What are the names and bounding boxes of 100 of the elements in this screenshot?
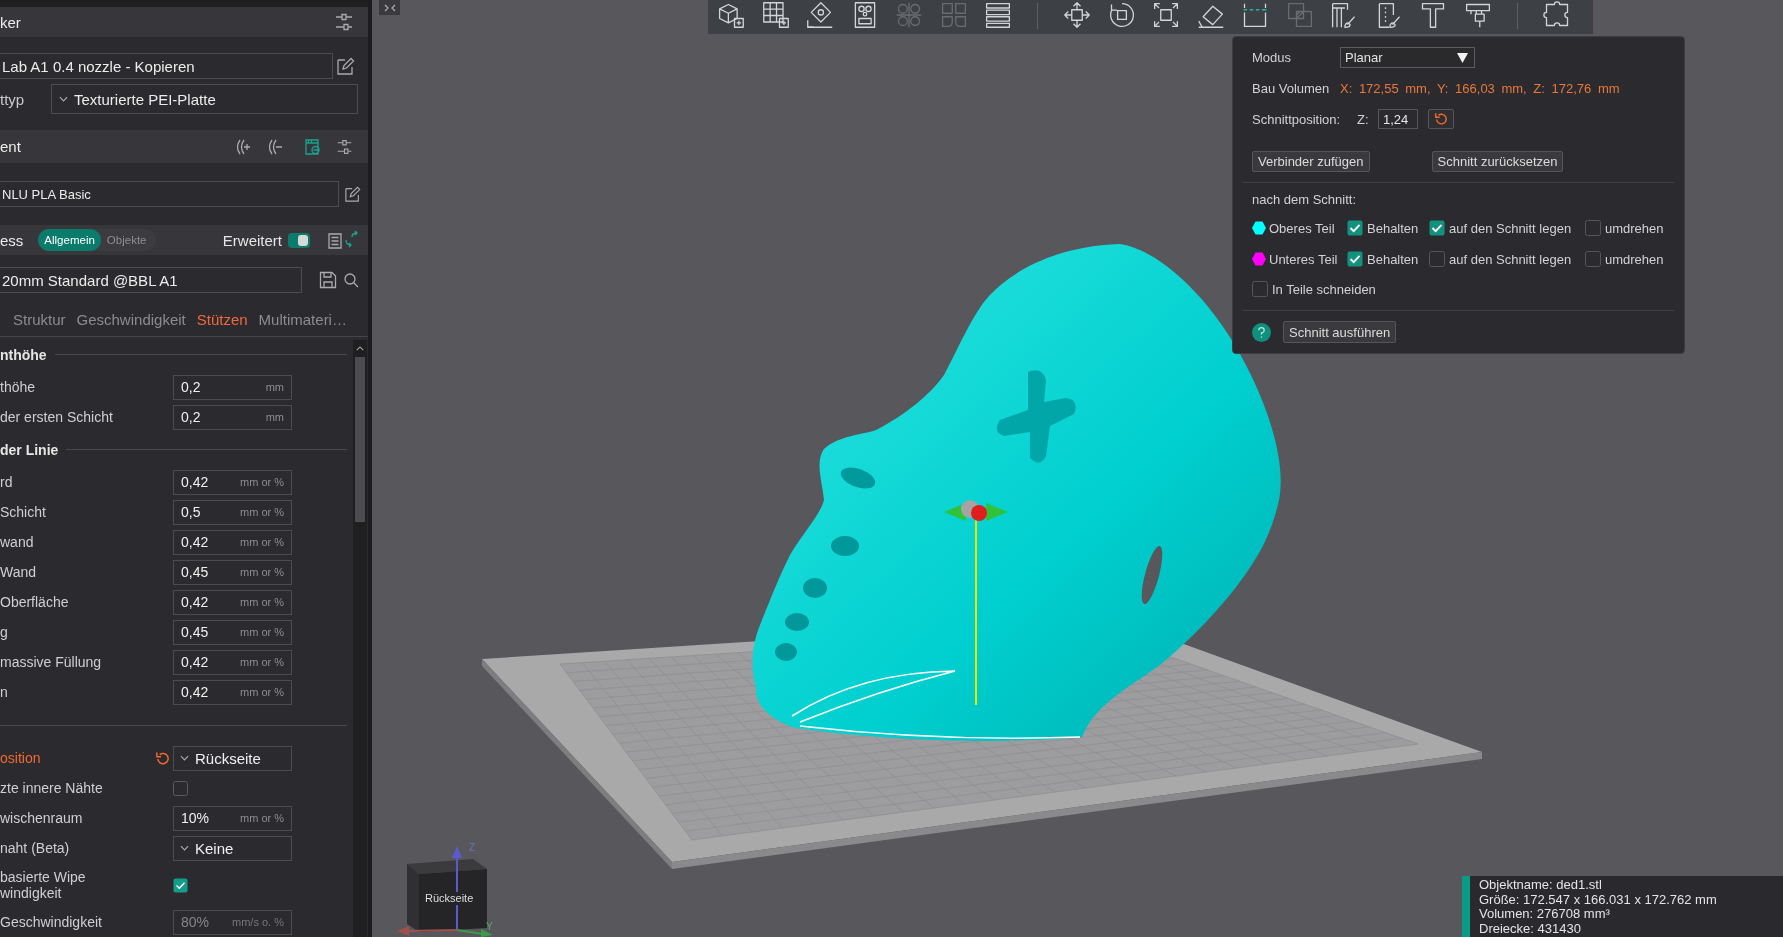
sliders-icon[interactable]: [334, 12, 354, 32]
stacked-bars-icon[interactable]: [983, 1, 1013, 29]
setting-label: wand: [0, 533, 35, 552]
option-label: In Teile schneiden: [1272, 281, 1376, 297]
checkbox[interactable]: [1585, 220, 1601, 236]
number-field[interactable]: 0,2 mm: [173, 374, 292, 400]
scale-icon[interactable]: [1151, 1, 1181, 29]
setting-label: basierte Wipe windigkeit: [0, 868, 87, 903]
tab[interactable]: Geschwindigkeit: [71, 305, 191, 336]
reset-icon[interactable]: [155, 750, 170, 766]
option-label: umdrehen: [1605, 220, 1664, 236]
number-field[interactable]: 0,42 mm or %: [173, 469, 292, 495]
reset-icon: [1434, 112, 1448, 126]
tab[interactable]: Stützen: [191, 305, 253, 336]
move-arrows-icon[interactable]: [1062, 1, 1092, 29]
checkbox[interactable]: [1347, 220, 1363, 236]
group-title: der Linie: [0, 441, 59, 458]
chevron-up-icon[interactable]: [356, 346, 364, 351]
checkbox[interactable]: [173, 877, 188, 893]
setting-label: g: [0, 623, 9, 642]
scrollbar-thumb[interactable]: [355, 357, 365, 522]
setting-label: der ersten Schicht: [0, 408, 114, 427]
mode-dropdown[interactable]: Planar: [1340, 47, 1475, 68]
group-title: nthöhe: [0, 346, 47, 363]
setting-label: massive Füllung: [0, 653, 103, 672]
number-field[interactable]: 0,45 mm or %: [173, 619, 292, 645]
help-icon[interactable]: [1252, 322, 1271, 342]
setting-label: wischenraum: [0, 809, 84, 828]
section-title: ess: [0, 231, 24, 249]
checkbox[interactable]: [1429, 251, 1445, 267]
toggle-switch[interactable]: [288, 232, 310, 248]
object-info-text: Objektname: ded1.stl: [1479, 878, 1603, 893]
sliders-icon[interactable]: [336, 137, 353, 156]
axis-label: Z: [469, 842, 476, 853]
printer-preset-field[interactable]: Lab A1 0.4 nozzle - Kopieren: [0, 53, 333, 79]
add-connector-button[interactable]: Verbinder zufügen: [1252, 151, 1370, 172]
dropdown[interactable]: Rückseite: [173, 745, 292, 771]
setting-label: Schicht: [0, 503, 47, 522]
position-field[interactable]: 1,24: [1378, 109, 1418, 129]
setting-label: Wand: [0, 563, 38, 582]
axis-label: Z:: [1357, 111, 1370, 127]
grid-plus-icon[interactable]: [760, 1, 791, 29]
number-field[interactable]: 0,45 mm or %: [173, 559, 292, 585]
cube-face-label: Rückseite: [423, 892, 476, 905]
caret-icon: [1457, 52, 1468, 63]
checkbox[interactable]: [1252, 281, 1268, 297]
edit-icon[interactable]: [337, 57, 355, 75]
search-icon[interactable]: [343, 272, 359, 288]
execute-cut-button[interactable]: Schnitt ausführen: [1283, 321, 1397, 343]
setting-label: Oberfläche: [0, 593, 70, 612]
number-field[interactable]: 0,5 mm or %: [173, 499, 292, 525]
section-label: nach dem Schnitt:: [1252, 192, 1357, 208]
object-info-text: Größe: 172.547 x 166.031 x 172.762 mm: [1479, 892, 1718, 907]
section-title: ker: [0, 13, 21, 31]
checkbox[interactable]: [173, 780, 188, 796]
section-title: ent: [0, 138, 21, 155]
number-field[interactable]: 0,42 mm or %: [173, 679, 292, 705]
dropdown[interactable]: Keine: [173, 835, 292, 861]
number-field[interactable]: 0,42 mm or %: [173, 649, 292, 675]
number-field[interactable]: 0,42 mm or %: [173, 529, 292, 555]
object-info-text: Volumen: 276708 mm³: [1479, 907, 1611, 922]
reset-button[interactable]: [1428, 109, 1454, 129]
edit-icon[interactable]: [345, 186, 361, 202]
spool-minus-icon[interactable]: [266, 137, 282, 156]
option-label: auf den Schnitt legen: [1449, 251, 1572, 267]
spool-plus-icon[interactable]: [234, 137, 250, 156]
process-preset-field[interactable]: 20mm Standard @BBL A1: [0, 267, 302, 293]
checkbox[interactable]: [1347, 251, 1363, 267]
volume-value: X: 172,55 mm, Y: 166,03 mm, Z: 172,76 mm: [1340, 80, 1620, 96]
advanced-label: Erweitert: [222, 231, 282, 249]
save-icon[interactable]: [319, 271, 337, 289]
setting-label: zte innere Nähte: [0, 779, 104, 798]
tab[interactable]: Struktur: [8, 305, 71, 336]
number-field[interactable]: 10% mm or %: [173, 805, 292, 831]
number-field[interactable]: 0,2 mm: [173, 404, 292, 430]
plate-type-dropdown[interactable]: Texturierte PEI-Platte: [51, 84, 358, 114]
option-label: auf den Schnitt legen: [1449, 220, 1572, 236]
position-label: Schnittposition:: [1252, 111, 1342, 127]
mode-label: Modus: [1252, 50, 1293, 65]
number-field[interactable]: 0,42 mm or %: [173, 589, 292, 615]
setting-label: naht (Beta): [0, 839, 71, 858]
tab[interactable]: Multimateri…: [253, 305, 352, 336]
part-label: Unteres Teil: [1269, 251, 1339, 267]
scope-tab[interactable]: Allgemein: [38, 229, 101, 251]
cube-plus-icon[interactable]: [716, 1, 746, 29]
setting-label: n: [0, 683, 9, 702]
filament-preset-field[interactable]: NLU PLA Basic: [0, 181, 339, 207]
checkbox[interactable]: [1585, 251, 1601, 267]
list-arrows-icon[interactable]: [327, 230, 360, 250]
collapse-button[interactable]: [379, 0, 400, 15]
chevron-down-icon: [180, 755, 189, 761]
setting-label: rd: [0, 473, 14, 492]
diamond-icon[interactable]: [805, 1, 835, 29]
option-label: Behalten: [1367, 251, 1419, 267]
chevron-down-icon: [180, 845, 189, 851]
axis-label: Y: [486, 921, 493, 932]
reset-cut-button[interactable]: Schnitt zurücksetzen: [1431, 151, 1564, 172]
field-label: ttyp: [0, 90, 26, 108]
part-label: Oberes Teil: [1269, 220, 1336, 236]
checkbox[interactable]: [1429, 220, 1445, 236]
